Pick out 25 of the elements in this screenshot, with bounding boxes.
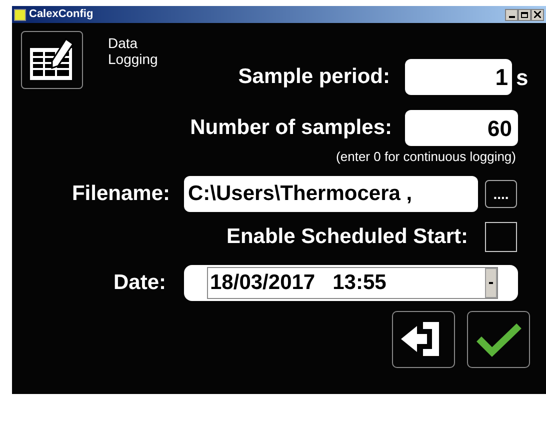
maximize-button[interactable]	[518, 8, 531, 20]
confirm-button[interactable]	[467, 310, 530, 368]
date-time-picker[interactable]: 18/03/2017 13:55	[207, 266, 498, 298]
minimize-button[interactable]	[505, 8, 518, 20]
app-icon	[14, 8, 26, 20]
window-title: CalexConfig	[29, 7, 94, 22]
date-time-value: 18/03/2017 13:55	[210, 270, 388, 296]
number-of-samples-field[interactable]: 60	[405, 110, 518, 146]
filename-field[interactable]: C:\Users\Thermocera ,	[184, 176, 478, 212]
spreadsheet-pencil-icon	[21, 31, 83, 89]
section-title: Data Logging	[108, 35, 159, 69]
field-label: Enable Scheduled Start:	[225, 224, 468, 250]
hint-text: (enter 0 for continuous logging)	[336, 148, 516, 166]
checkmark-icon	[476, 321, 522, 357]
close-button[interactable]	[531, 8, 544, 20]
unit-label: s	[516, 64, 528, 92]
sample-period-field[interactable]: 1	[405, 59, 512, 95]
field-label: Date:	[112, 270, 166, 296]
field-label: Filename:	[70, 180, 170, 207]
field-label: Sample period:	[237, 64, 390, 90]
field-label: Number of samples:	[189, 115, 392, 142]
browse-button[interactable]: ....	[485, 180, 517, 208]
dropdown-button[interactable]	[485, 268, 497, 298]
exit-button[interactable]	[392, 310, 455, 368]
scheduled-start-checkbox[interactable]	[485, 222, 517, 252]
